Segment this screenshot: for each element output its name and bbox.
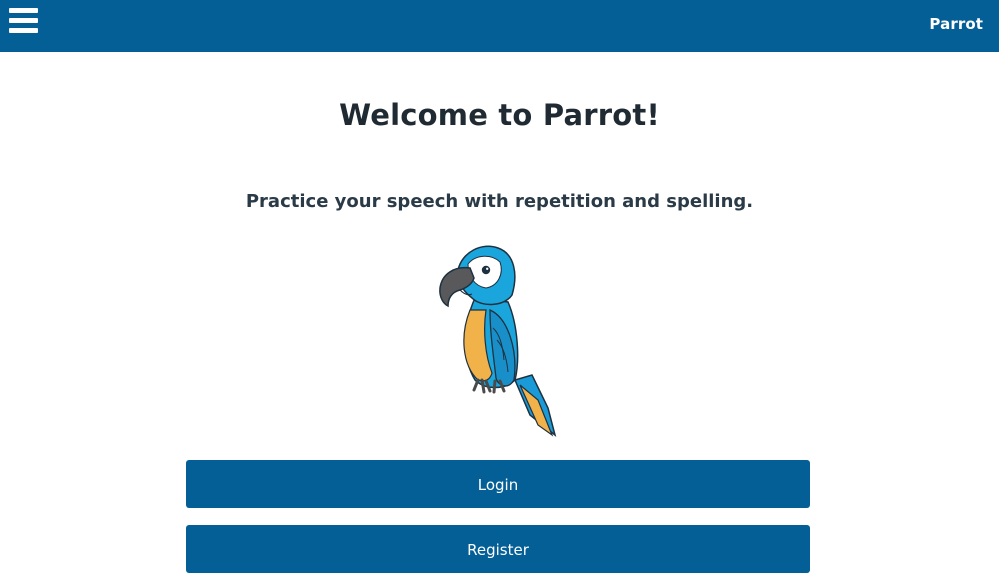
hamburger-menu-icon[interactable] [9, 8, 39, 34]
page-subtitle: Practice your speech with repetition and… [245, 191, 754, 212]
navbar-brand[interactable]: Parrot [929, 15, 983, 33]
register-button[interactable]: Register [186, 525, 810, 573]
login-button[interactable]: Login [186, 460, 810, 508]
parrot-illustration [439, 245, 557, 437]
page-title: Welcome to Parrot! [339, 98, 660, 132]
top-navbar: Parrot [0, 0, 999, 52]
